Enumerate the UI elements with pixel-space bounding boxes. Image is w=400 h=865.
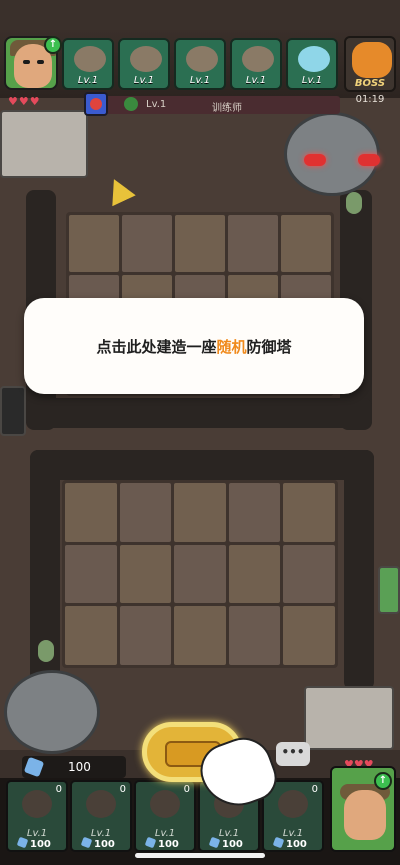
gem-icon xyxy=(144,836,157,849)
player-build-grid[interactable] xyxy=(62,480,338,668)
gem-count: 100 xyxy=(68,760,91,774)
tower-level-label: Lv.1 xyxy=(77,75,99,86)
gem-icon xyxy=(272,836,285,849)
lamp-post xyxy=(0,386,26,436)
card-cost: 100 xyxy=(208,836,243,850)
opponent-hearts: ♥♥♥ xyxy=(8,95,41,108)
card-count: 0 xyxy=(183,784,190,795)
gem-icon xyxy=(208,836,221,849)
chat-button[interactable]: ••• xyxy=(276,742,310,766)
opponent-level: Lv.1 xyxy=(146,99,167,110)
card-cost: 100 xyxy=(272,836,307,850)
upgrade-arrow-icon: ↑ xyxy=(44,36,62,54)
tutorial-suffix: 防御塔 xyxy=(246,338,292,356)
card-cost-value: 100 xyxy=(30,839,51,850)
enemy-base-light-right xyxy=(358,154,380,166)
boss-timer: 01:19 xyxy=(355,94,385,105)
enemy-lane-bottom xyxy=(26,398,372,428)
gem-icon xyxy=(80,836,93,849)
tower-slot-spring[interactable]: Lv.1 xyxy=(118,38,170,90)
enemy-base-light-left xyxy=(304,154,326,166)
card-cost-value: 100 xyxy=(94,839,115,850)
card-count: 0 xyxy=(55,784,62,795)
tower-level-label: Lv.1 xyxy=(133,75,155,86)
player-lane-top xyxy=(30,450,374,480)
player-lane-right xyxy=(344,450,374,690)
card-cost-value: 100 xyxy=(158,839,179,850)
card-cost-value: 100 xyxy=(222,839,243,850)
card-cost-value: 100 xyxy=(286,839,307,850)
tower-slot-crystal[interactable]: Lv.1 xyxy=(286,38,338,90)
boss-label: BOSS xyxy=(354,78,386,89)
generator-machine xyxy=(0,110,88,178)
tutorial-dialog: 点击此处建造一座随机防御塔 xyxy=(24,298,364,394)
card-cost: 100 xyxy=(16,836,51,850)
tower-slot-snail[interactable]: Lv.1 xyxy=(62,38,114,90)
gem-counter: 100 xyxy=(22,756,126,778)
card-cost: 100 xyxy=(80,836,115,850)
game-screen: ↑ ♥♥♥ Lv.1 Lv.1 Lv.1 Lv.1 Lv.1 BOSS 01:1… xyxy=(0,0,400,865)
level-leaf-icon xyxy=(124,97,138,111)
barrel xyxy=(378,566,400,614)
tutorial-highlight: 随机 xyxy=(216,338,247,356)
tutorial-message: 点击此处建造一座随机防御塔 xyxy=(24,336,364,357)
player-upgrade-arrow-icon: ↑ xyxy=(374,772,392,790)
player-generator-machine xyxy=(304,686,394,750)
tower-level-label: Lv.1 xyxy=(245,75,267,86)
card-cost: 100 xyxy=(144,836,179,850)
tutorial-prefix: 点击此处建造一座 xyxy=(96,338,217,356)
card-count: 0 xyxy=(119,784,126,795)
tower-slot-catapult[interactable]: Lv.1 xyxy=(174,38,226,90)
home-indicator[interactable] xyxy=(135,853,265,858)
opponent-avatar[interactable] xyxy=(84,92,108,116)
enemy-minion xyxy=(346,192,362,214)
gem-icon xyxy=(23,756,45,778)
tower-level-label: Lv.1 xyxy=(301,75,323,86)
player-base-turret xyxy=(4,670,100,754)
opponent-role: 训练师 xyxy=(212,103,242,114)
gem-icon xyxy=(16,836,29,849)
boss-portrait[interactable]: BOSS xyxy=(344,36,396,92)
tower-level-label: Lv.1 xyxy=(189,75,211,86)
card-count: 0 xyxy=(311,784,318,795)
tower-slot-robot[interactable]: Lv.1 xyxy=(230,38,282,90)
player-minion xyxy=(38,640,54,662)
